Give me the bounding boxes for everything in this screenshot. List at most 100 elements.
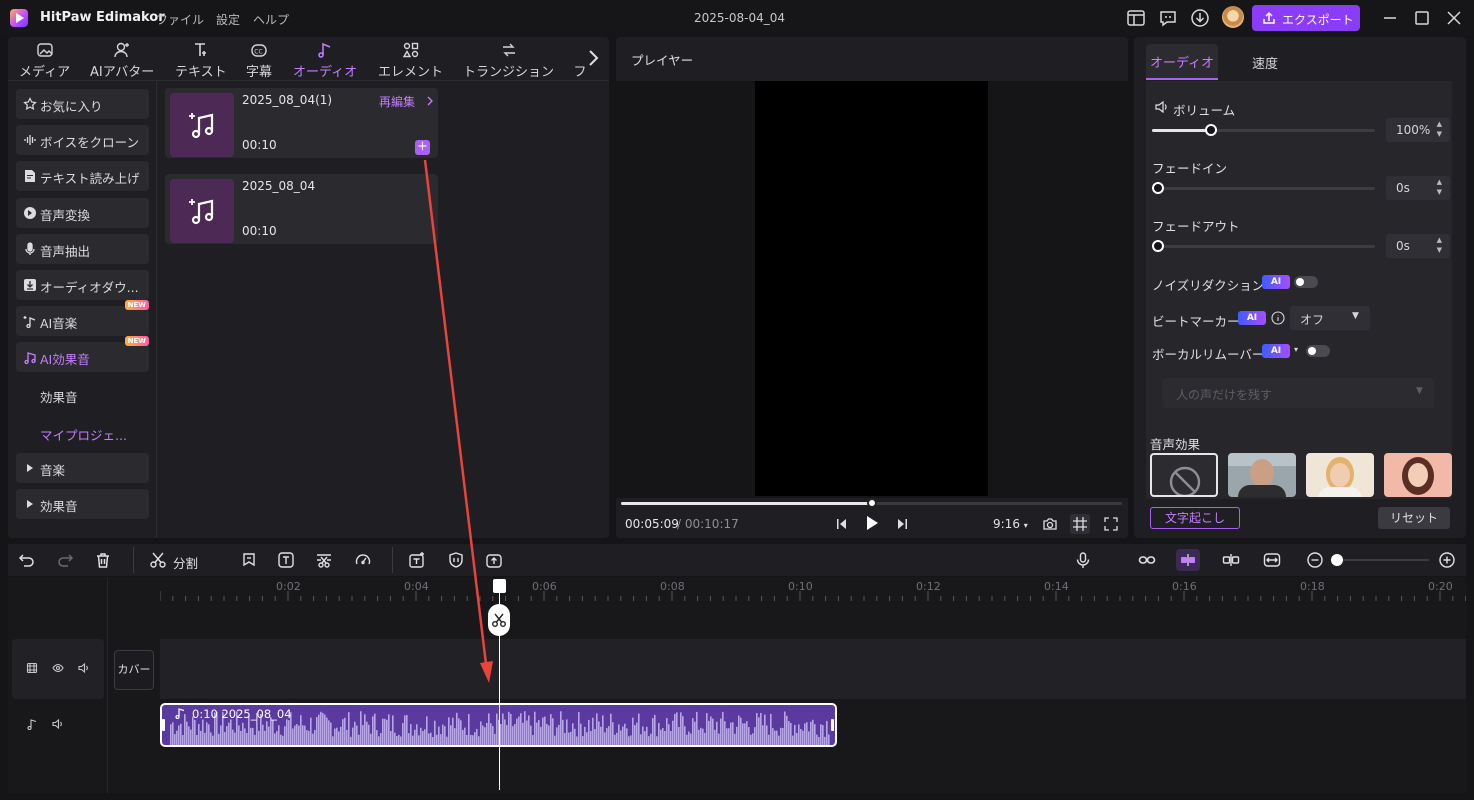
tab-media[interactable]: メディア — [19, 41, 70, 80]
split-button[interactable]: 分割 — [173, 553, 198, 572]
tab-filters[interactable]: フ — [573, 41, 587, 80]
decrement-icon[interactable]: ▼ — [1437, 130, 1442, 138]
speed-icon[interactable] — [354, 551, 372, 569]
menu-help[interactable]: ヘルプ — [253, 11, 289, 28]
decrement-icon[interactable]: ▼ — [1437, 188, 1442, 196]
speaker-icon[interactable] — [78, 662, 90, 674]
marker-icon[interactable] — [240, 551, 258, 569]
undo-icon[interactable] — [18, 551, 36, 569]
feedback-icon[interactable] — [1158, 8, 1178, 28]
zoom-out-icon[interactable] — [1306, 551, 1324, 569]
clip-left-handle[interactable] — [162, 719, 165, 731]
transcribe-button[interactable]: 文字起こし — [1150, 507, 1240, 529]
menu-settings[interactable]: 設定 — [216, 11, 240, 28]
category-voice-changer[interactable]: 音声変換 — [16, 198, 149, 228]
next-frame-icon[interactable] — [896, 517, 908, 531]
zoom-slider-handle[interactable] — [1331, 554, 1343, 566]
chevron-down-icon[interactable]: ▾ — [1294, 345, 1298, 354]
category-ai-sfx[interactable]: AI効果音 NEW — [16, 336, 149, 372]
folder-sfx[interactable]: 効果音 — [16, 489, 149, 519]
tab-ai-avatar[interactable]: AIアバター — [90, 41, 154, 80]
user-avatar[interactable] — [1222, 6, 1244, 28]
zoom-in-icon[interactable] — [1438, 551, 1456, 569]
export-button[interactable]: エクスポート — [1252, 5, 1360, 31]
magnet-snap-icon[interactable] — [1176, 549, 1200, 571]
increment-icon[interactable]: ▲ — [1437, 120, 1442, 128]
fit-timeline-icon[interactable] — [1263, 551, 1281, 569]
category-audio-download[interactable]: オーディオダウ... — [16, 270, 149, 300]
tabs-scroll-right-icon[interactable] — [586, 48, 600, 68]
aspect-ratio-dropdown[interactable]: 9:16 ▾ — [993, 517, 1028, 531]
trim-icon[interactable] — [315, 551, 333, 569]
layout-icon[interactable] — [1126, 8, 1146, 28]
reedit-link[interactable]: 再編集 — [379, 93, 415, 110]
tab-audio[interactable]: オーディオ — [293, 41, 357, 80]
vocal-remover-toggle[interactable] — [1306, 345, 1330, 357]
fade-in-slider[interactable] — [1152, 187, 1375, 190]
delete-icon[interactable] — [94, 551, 112, 569]
playhead-handle[interactable] — [493, 579, 506, 593]
volume-input[interactable]: 100% ▲ ▼ — [1386, 118, 1450, 142]
subcategory-my-projects[interactable]: マイプロジェ... — [40, 425, 127, 444]
eye-icon[interactable] — [52, 662, 64, 674]
film-icon[interactable] — [26, 662, 38, 674]
extract-icon[interactable] — [485, 551, 503, 569]
auto-caption-icon[interactable] — [408, 551, 426, 569]
fade-out-slider-handle[interactable] — [1152, 240, 1164, 252]
fade-out-input[interactable]: 0s ▲ ▼ — [1386, 234, 1450, 258]
minimize-icon[interactable] — [1381, 9, 1399, 27]
tab-captions[interactable]: CC 字幕 — [246, 41, 272, 80]
noise-reduction-toggle[interactable] — [1294, 276, 1318, 288]
tab-elements[interactable]: エレメント — [378, 41, 443, 80]
fullscreen-icon[interactable] — [1103, 516, 1119, 532]
split-audio-icon[interactable] — [1222, 551, 1240, 569]
add-to-timeline-button[interactable]: + — [415, 140, 430, 155]
folder-music[interactable]: 音楽 — [16, 453, 149, 483]
record-microphone-icon[interactable] — [1074, 551, 1092, 569]
volume-slider-handle[interactable] — [1205, 124, 1217, 136]
fade-in-input[interactable]: 0s ▲ ▼ — [1386, 176, 1450, 200]
play-icon[interactable] — [865, 515, 879, 531]
increment-icon[interactable]: ▲ — [1437, 178, 1442, 186]
effect-voice-child[interactable] — [1384, 453, 1452, 497]
snapshot-icon[interactable] — [1042, 516, 1058, 532]
download-circle-icon[interactable] — [1190, 8, 1210, 28]
redo-icon[interactable] — [56, 551, 74, 569]
category-voice-clone[interactable]: ボイスをクローン — [16, 125, 149, 155]
effect-voice-man[interactable] — [1228, 453, 1296, 497]
info-icon[interactable] — [1271, 311, 1285, 325]
shield-icon[interactable] — [447, 551, 465, 569]
split-icon[interactable] — [149, 551, 167, 569]
close-icon[interactable] — [1445, 9, 1463, 27]
clip-right-handle[interactable] — [831, 719, 834, 731]
text-box-icon[interactable] — [277, 551, 295, 569]
menu-file[interactable]: ファイル — [156, 11, 204, 28]
zoom-slider[interactable] — [1333, 559, 1429, 561]
beat-marker-select[interactable]: オフ ▼ — [1290, 306, 1370, 330]
speaker-icon[interactable] — [52, 718, 64, 730]
category-favorites[interactable]: お気に入り — [16, 89, 149, 119]
split-at-playhead-button[interactable] — [488, 604, 510, 636]
tab-audio-properties[interactable]: オーディオ — [1146, 44, 1218, 80]
category-tts[interactable]: テキスト読み上げ — [16, 161, 149, 191]
grid-icon[interactable] — [1070, 514, 1090, 534]
tab-speed[interactable]: 速度 — [1252, 53, 1278, 72]
category-audio-extract[interactable]: 音声抽出 — [16, 234, 149, 264]
increment-icon[interactable]: ▲ — [1437, 236, 1442, 244]
subcategory-sfx[interactable]: 効果音 — [40, 387, 78, 406]
tab-transitions[interactable]: トランジション — [463, 41, 554, 80]
reset-button[interactable]: リセット — [1378, 507, 1450, 529]
category-ai-music[interactable]: AI音楽 NEW — [16, 300, 149, 336]
link-icon[interactable] — [1138, 551, 1156, 569]
playback-progress-handle[interactable] — [867, 498, 877, 508]
cover-button[interactable]: カバー — [114, 650, 154, 690]
media-item[interactable]: 2025_08_04 00:10 — [165, 174, 438, 244]
previous-frame-icon[interactable] — [836, 517, 848, 531]
effect-none[interactable] — [1150, 453, 1218, 497]
music-note-icon[interactable] — [26, 718, 38, 730]
fade-out-slider[interactable] — [1152, 245, 1375, 248]
tab-text[interactable]: テキスト — [175, 41, 227, 80]
timeline-ruler[interactable] — [160, 577, 1466, 603]
decrement-icon[interactable]: ▼ — [1437, 246, 1442, 254]
maximize-icon[interactable] — [1413, 9, 1431, 27]
